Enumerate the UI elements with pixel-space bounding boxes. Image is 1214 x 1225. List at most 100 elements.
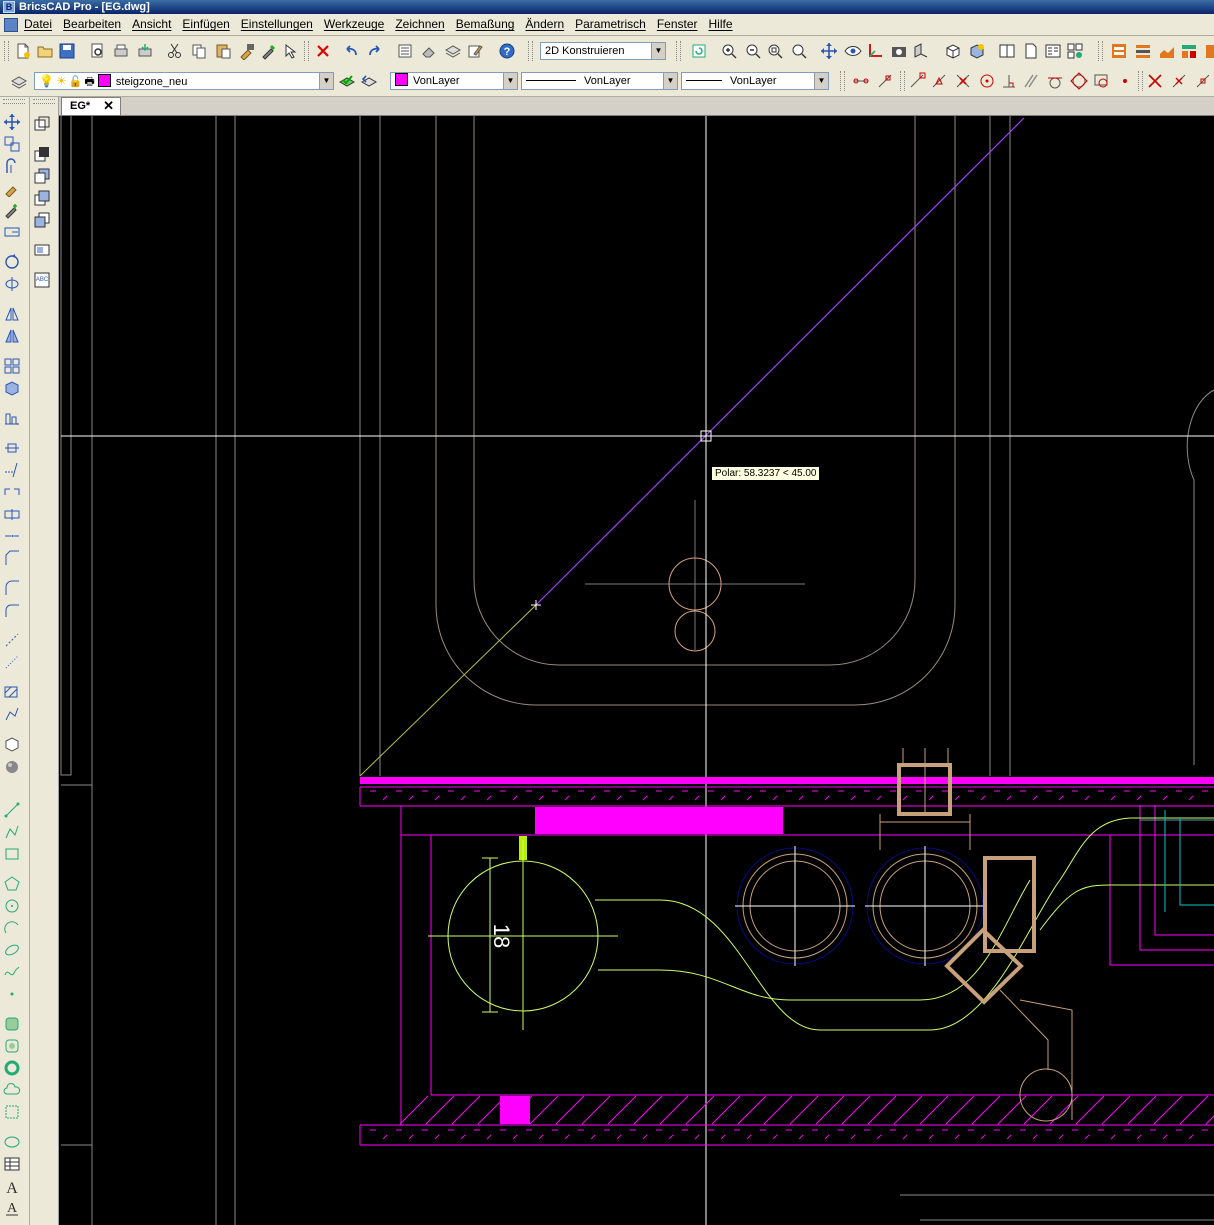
osnap-none-icon[interactable] — [1170, 72, 1188, 90]
menu-datei[interactable]: Datei — [24, 14, 58, 35]
select-icon[interactable] — [282, 42, 300, 60]
edit-polyline-icon[interactable] — [3, 705, 21, 723]
draw-spline-icon[interactable] — [3, 963, 21, 981]
chevron-down-icon[interactable]: ▼ — [663, 73, 677, 89]
menu-einfuegen[interactable]: Einfügen — [182, 14, 235, 35]
menu-parametrisch[interactable]: Parametrisch — [575, 14, 652, 35]
draw-order-back-icon[interactable] — [33, 167, 51, 185]
toolbar-grip[interactable] — [33, 99, 55, 104]
chamfer-icon[interactable] — [3, 549, 21, 567]
ucs-icon[interactable] — [866, 42, 884, 60]
document-icon[interactable] — [4, 17, 18, 32]
osnap-parallel-icon[interactable] — [1022, 72, 1040, 90]
toolbar-grip[interactable] — [900, 71, 905, 91]
draw-wipeout-icon[interactable] — [3, 1103, 21, 1121]
draw-polygon-icon[interactable] — [3, 875, 21, 893]
zoom-extents-icon[interactable] — [790, 42, 808, 60]
chevron-down-icon[interactable]: ▼ — [651, 43, 665, 59]
divide-icon[interactable] — [3, 653, 21, 671]
snap-line-icon[interactable] — [876, 72, 894, 90]
chevron-down-icon[interactable]: ▼ — [814, 73, 828, 89]
draw-revcloud-icon[interactable] — [3, 1133, 21, 1151]
break-icon[interactable] — [3, 483, 21, 501]
eyedropper-icon[interactable] — [260, 42, 278, 60]
draw-boundary-icon[interactable] — [3, 1037, 21, 1055]
3d-box-icon[interactable] — [944, 42, 962, 60]
cad-drawing[interactable]: 18 — [59, 116, 1214, 1225]
osnap-endpoint-icon[interactable] — [908, 72, 926, 90]
drawing-explorer-icon[interactable] — [1044, 42, 1062, 60]
undo-icon[interactable] — [342, 42, 360, 60]
draw-order-above-icon[interactable] — [33, 189, 51, 207]
pick-icon[interactable] — [3, 201, 21, 219]
break-at-point-icon[interactable] — [3, 505, 21, 523]
draw-order-under-icon[interactable] — [33, 211, 51, 229]
new-file-icon[interactable] — [14, 42, 32, 60]
osnap-tangent-icon[interactable] — [1046, 72, 1064, 90]
linetype-select[interactable]: VonLayer ▼ — [521, 72, 678, 90]
layer-previous-state-icon[interactable] — [360, 72, 378, 90]
draw-text-icon[interactable]: A — [3, 1177, 21, 1195]
toolbar-grip[interactable] — [3, 99, 25, 104]
print-preview-icon[interactable] — [88, 42, 106, 60]
zoom-out-icon[interactable] — [744, 42, 762, 60]
toolbar-grip[interactable] — [1138, 71, 1143, 91]
draw-point-icon[interactable] — [3, 985, 21, 1003]
layer-off-icon[interactable] — [1204, 42, 1214, 60]
copy-object-icon[interactable] — [3, 135, 21, 153]
chevron-down-icon[interactable]: ▼ — [503, 73, 517, 89]
osnap-intersection-icon[interactable] — [954, 72, 972, 90]
cut-icon[interactable] — [166, 42, 184, 60]
layer-previous-icon[interactable] — [1134, 42, 1152, 60]
mirror-icon[interactable] — [3, 305, 21, 323]
regen-icon[interactable] — [690, 42, 708, 60]
render-icon[interactable] — [968, 42, 986, 60]
match-properties-icon[interactable] — [238, 42, 256, 60]
menu-fenster[interactable]: Fenster — [657, 14, 704, 35]
menu-bearbeiten[interactable]: Bearbeiten — [63, 14, 127, 35]
workspace-select[interactable]: 2D Konstruieren ▼ — [540, 42, 666, 60]
properties-panel-icon[interactable] — [396, 42, 414, 60]
fillet-corner-icon[interactable] — [3, 601, 21, 619]
section-icon[interactable] — [912, 42, 930, 60]
osnap-clear-icon[interactable] — [1146, 72, 1164, 90]
toolbar-grip[interactable] — [1098, 41, 1103, 61]
text-to-front-icon[interactable] — [33, 241, 51, 259]
toolbar-grip[interactable] — [304, 41, 309, 61]
draw-cloud-icon[interactable] — [3, 1081, 21, 1099]
tab-eg[interactable]: EG* ✕ — [61, 97, 121, 115]
camera-icon[interactable] — [890, 42, 908, 60]
extend-icon[interactable] — [3, 461, 21, 479]
osnap-quadrant-icon[interactable] — [1070, 72, 1088, 90]
chevron-down-icon[interactable]: ▼ — [319, 73, 333, 89]
publish-icon[interactable] — [136, 42, 154, 60]
osnap-midpoint-icon[interactable] — [930, 72, 948, 90]
spell-check-icon[interactable]: ABC — [33, 271, 51, 289]
eraser-icon[interactable] — [420, 42, 438, 60]
draw-donut-icon[interactable] — [3, 1059, 21, 1077]
snap-endpoint-icon[interactable] — [852, 72, 870, 90]
sphere-icon[interactable] — [3, 757, 21, 775]
print-icon[interactable] — [112, 42, 130, 60]
help-icon[interactable]: ? — [498, 42, 516, 60]
hatch-edit-icon[interactable] — [3, 683, 21, 701]
save-icon[interactable] — [58, 42, 76, 60]
solid-edit-icon[interactable] — [3, 735, 21, 753]
delete-icon[interactable] — [314, 42, 332, 60]
osnap-insertion-icon[interactable] — [1092, 72, 1110, 90]
osnap-perpendicular-icon[interactable] — [1000, 72, 1018, 90]
toolbar-grip[interactable] — [528, 41, 533, 61]
draw-arc-icon[interactable] — [3, 919, 21, 937]
array-icon[interactable] — [3, 357, 21, 375]
layer-isolate-icon[interactable] — [1158, 42, 1176, 60]
match-brush-icon[interactable] — [3, 179, 21, 197]
align-icon[interactable] — [3, 409, 21, 427]
menu-bemassung[interactable]: Bemaßung — [456, 14, 521, 35]
copy-icon[interactable] — [190, 42, 208, 60]
3d-array-icon[interactable] — [3, 379, 21, 397]
layer-freeze-icon[interactable] — [1180, 42, 1198, 60]
viewport-layout-icon[interactable] — [33, 115, 51, 133]
layer-explorer-icon[interactable] — [10, 72, 28, 90]
layer-states-icon[interactable] — [444, 42, 462, 60]
rotate-3d-icon[interactable] — [3, 275, 21, 293]
